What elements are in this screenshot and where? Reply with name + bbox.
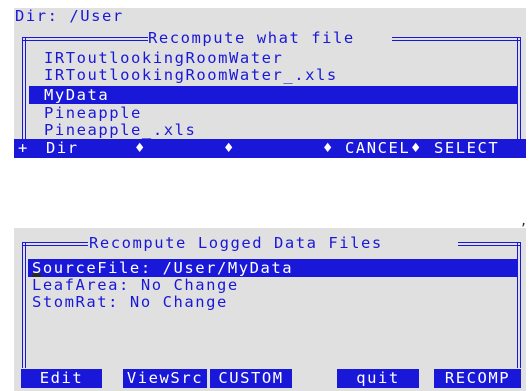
source-file-row[interactable]: SourceFile: /User/MyData bbox=[28, 259, 517, 277]
diamond-key[interactable]: ♦ bbox=[323, 139, 334, 158]
file-item[interactable]: Pineapple_.xls bbox=[44, 122, 196, 139]
stom-rat-row[interactable]: StomRat: No Change bbox=[32, 294, 228, 311]
edit-softkey[interactable]: Edit bbox=[21, 369, 102, 388]
file-dialog-title: Recompute what file bbox=[148, 29, 355, 47]
quit-softkey[interactable]: quit bbox=[337, 369, 419, 388]
file-item[interactable]: Pineapple bbox=[44, 105, 142, 122]
file-item-selected[interactable]: MyData bbox=[29, 86, 517, 104]
recompute-frame-left bbox=[22, 242, 26, 368]
recompute-frame-top-right bbox=[458, 242, 521, 246]
file-item[interactable]: IRToutlookingRoomWater bbox=[44, 50, 283, 67]
leaf-area-row[interactable]: LeafArea: No Change bbox=[32, 277, 239, 294]
diamond-key[interactable]: ♦ bbox=[224, 139, 235, 158]
file-dialog-frame-left bbox=[22, 37, 26, 139]
recompute-frame-top-left bbox=[22, 242, 88, 246]
dir-label: Dir: /User bbox=[15, 7, 124, 25]
viewsrc-softkey[interactable]: ViewSrc bbox=[123, 369, 207, 388]
file-item[interactable]: IRToutlookingRoomWater_.xls bbox=[44, 67, 338, 84]
source-file-label: SourceFile: /User/MyData bbox=[32, 259, 294, 277]
cancel-key[interactable]: CANCEL bbox=[345, 139, 410, 158]
custom-softkey[interactable]: CUSTOM bbox=[210, 369, 292, 388]
select-key[interactable]: SELECT bbox=[434, 139, 499, 158]
file-item-label: MyData bbox=[44, 86, 110, 104]
dir-key[interactable]: Dir bbox=[46, 139, 79, 158]
plus-key[interactable]: + bbox=[18, 139, 29, 158]
diamond-key[interactable]: ♦ bbox=[135, 139, 146, 158]
diamond-key[interactable]: ♦ bbox=[411, 139, 422, 158]
file-dialog-frame-top-right bbox=[392, 37, 521, 41]
file-dialog-frame-right bbox=[517, 37, 521, 139]
file-dialog-frame-top-left bbox=[22, 37, 148, 41]
recompute-frame-right bbox=[517, 242, 521, 368]
recompute-title: Recompute Logged Data Files bbox=[89, 234, 383, 252]
recomp-softkey[interactable]: RECOMP bbox=[434, 369, 521, 388]
